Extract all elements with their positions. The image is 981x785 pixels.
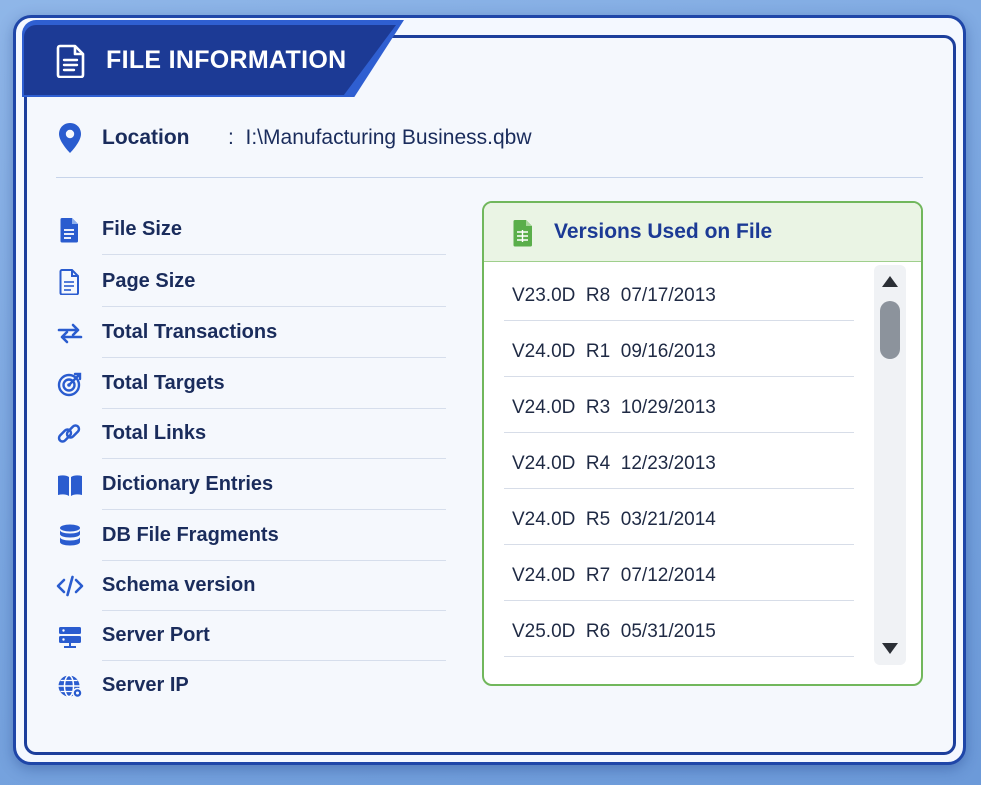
row-divider xyxy=(102,306,446,307)
version-item[interactable]: V24.0D R5 03/21/2014 xyxy=(504,489,854,545)
row-divider xyxy=(102,509,446,510)
stat-row-server-ip: Server IP xyxy=(56,661,446,711)
stat-label: Server Port xyxy=(102,624,210,646)
version-item[interactable]: V24.0D R7 07/12/2014 xyxy=(504,545,854,601)
page-icon xyxy=(59,269,79,295)
stat-row-total-links: Total Links xyxy=(56,409,446,459)
location-pin-icon xyxy=(59,123,81,153)
stat-row-db-file-fragments: DB File Fragments xyxy=(56,511,446,561)
scroll-up-arrow-icon[interactable] xyxy=(880,273,900,289)
version-item[interactable]: V24.0D R1 09/16/2013 xyxy=(504,321,854,377)
globe-icon xyxy=(58,674,83,699)
row-divider xyxy=(102,254,446,255)
version-item[interactable]: V24.0D R3 10/29/2013 xyxy=(504,377,854,433)
book-icon xyxy=(58,475,82,496)
row-divider xyxy=(102,357,446,358)
stat-row-dictionary-entries: Dictionary Entries xyxy=(56,460,446,510)
stat-row-total-targets: Total Targets xyxy=(56,359,446,409)
version-item[interactable]: V23.0D R8 07/17/2013 xyxy=(504,265,854,321)
stat-label: Page Size xyxy=(102,270,196,292)
code-icon xyxy=(56,575,84,597)
location-label: Location xyxy=(102,126,190,149)
stat-label: DB File Fragments xyxy=(102,524,279,546)
stat-label: Total Targets xyxy=(102,372,225,394)
server-icon xyxy=(59,627,81,648)
stat-row-server-port: Server Port xyxy=(56,611,446,661)
stat-row-page-size: Page Size xyxy=(56,257,446,307)
location-separator: : xyxy=(228,126,234,149)
version-text: V24.0D R5 03/21/2014 xyxy=(512,509,716,530)
scroll-down-arrow-icon[interactable] xyxy=(880,641,900,657)
versions-scrollbar[interactable] xyxy=(874,265,906,665)
stat-label: Total Links xyxy=(102,422,207,444)
version-text: V24.0D R4 12/23/2013 xyxy=(512,453,716,474)
version-text: V24.0D R1 09/16/2013 xyxy=(512,341,716,362)
versions-panel: Versions Used on File V23.0D R8 07/17/20… xyxy=(482,201,923,686)
version-text: V23.0D R8 07/17/2013 xyxy=(512,285,716,306)
version-item[interactable]: V24.0D R4 12/23/2013 xyxy=(504,433,854,489)
stat-row-total-transactions: Total Transactions xyxy=(56,308,446,358)
file-icon xyxy=(60,218,78,243)
version-item[interactable]: V25.0D R6 05/31/2015 xyxy=(504,601,854,657)
version-text: V24.0D R7 07/12/2014 xyxy=(512,565,716,586)
stat-label: Server IP xyxy=(102,674,189,696)
scroll-thumb[interactable] xyxy=(880,301,900,359)
document-icon xyxy=(56,44,85,78)
version-text: V24.0D R3 10/29/2013 xyxy=(512,397,716,418)
stat-row-file-size: File Size xyxy=(56,205,446,255)
spreadsheet-file-icon xyxy=(513,220,532,247)
location-divider xyxy=(56,177,923,178)
panel-title: FILE INFORMATION xyxy=(106,46,347,74)
stat-row-schema-version: Schema version xyxy=(56,561,446,611)
version-text: V25.0D R6 05/31/2015 xyxy=(512,621,716,642)
stat-label: Dictionary Entries xyxy=(102,473,274,495)
database-icon xyxy=(60,524,80,546)
location-path: I:\Manufacturing Business.qbw xyxy=(245,126,532,149)
location-value: : I:\Manufacturing Business.qbw xyxy=(228,126,532,150)
link-icon xyxy=(57,424,81,443)
stat-label: Schema version xyxy=(102,574,256,596)
transfer-arrows-icon xyxy=(57,323,83,344)
versions-header: Versions Used on File xyxy=(484,203,921,262)
row-divider xyxy=(102,458,446,459)
stat-label: Total Transactions xyxy=(102,321,278,343)
versions-title: Versions Used on File xyxy=(554,220,773,243)
target-icon xyxy=(57,372,82,397)
row-divider xyxy=(504,656,854,657)
stat-label: File Size xyxy=(102,218,183,240)
